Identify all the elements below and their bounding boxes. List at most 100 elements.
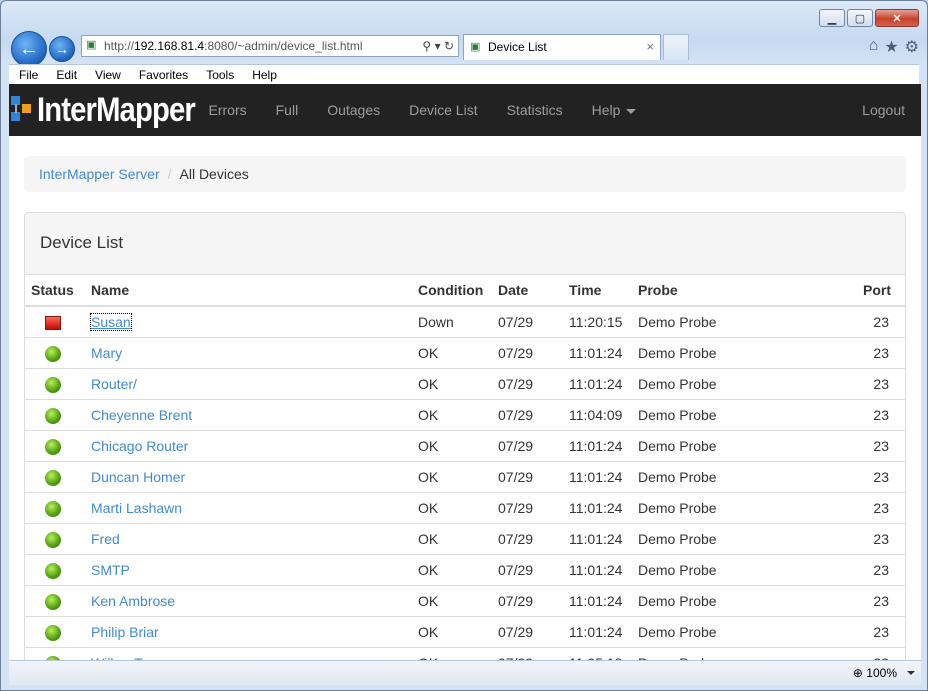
close-tab-icon[interactable]: × [646,35,654,59]
nav-device-list[interactable]: Device List [395,102,492,118]
status-ok-icon [45,376,61,393]
probe-cell: Demo Probe [638,554,818,586]
zoom-control[interactable]: ⊕ 100% [853,666,897,680]
port-cell: 23 [818,430,905,462]
page-viewport: InterMapper Errors Full Outages Device L… [9,84,921,660]
probe-cell: Demo Probe [638,461,818,493]
time-cell: 11:01:24 [569,585,638,617]
address-bar[interactable]: ▣ http://192.168.81.4:8080/~admin/device… [81,35,459,57]
menu-favorites[interactable]: Favorites [129,68,196,82]
gear-icon[interactable]: ⚙ [905,37,919,57]
back-arrow-icon[interactable]: ← [11,31,47,67]
search-icon[interactable]: ⚲ [422,39,431,53]
table-row: Cheyenne Brent OK 07/29 11:04:09 Demo Probe 2… [25,399,905,431]
nav-help[interactable]: Help [577,102,651,118]
table-row: Susan Down 07/29 11:20:15 Demo Probe 23 [25,305,905,338]
status-cell [25,647,91,660]
brand-name: InterMapper [37,90,196,129]
device-link[interactable]: Marti Lashawn [91,500,182,516]
device-link[interactable]: Fred [91,531,120,547]
tab-title: Device List [488,40,547,54]
logout-link[interactable]: Logout [862,84,905,136]
menu-view[interactable]: View [85,68,129,82]
nav-full[interactable]: Full [261,102,313,118]
time-cell: 11:01:24 [569,554,638,586]
new-tab-button[interactable] [663,34,689,60]
refresh-icon[interactable]: ↻ [444,39,454,53]
date-cell: 07/29 [498,647,569,660]
breadcrumb: InterMapper Server / All Devices [24,156,906,192]
time-cell: 11:20:15 [569,305,638,338]
status-cell [25,523,91,555]
menu-tools[interactable]: Tools [196,68,242,82]
browser-window: ▁ ▢ ✕ ← → ▣ http://192.168.81.4:8080/~ad… [0,0,928,691]
brand-logo[interactable]: InterMapper [9,90,221,130]
device-link[interactable]: Susan [90,313,132,331]
menu-bar: File Edit View Favorites Tools Help [9,64,919,85]
menu-help[interactable]: Help [242,68,285,82]
time-cell: 11:01:24 [569,337,638,369]
probe-cell: Demo Probe [638,305,818,338]
status-ok-icon [45,624,61,641]
date-cell: 07/29 [498,337,569,369]
status-cell [25,305,91,338]
browser-right-icons: ⌂ ★ ⚙ [869,37,919,57]
nav-menu: Errors Full Outages Device List Statisti… [194,84,651,136]
close-window-button[interactable]: ✕ [875,9,919,27]
date-cell: 07/29 [498,616,569,648]
time-cell: 11:01:24 [569,523,638,555]
status-ok-icon [45,469,61,486]
device-link[interactable]: Ken Ambrose [91,593,175,609]
device-link[interactable]: Mary [91,345,122,361]
intermapper-logo-icon [9,94,33,126]
status-ok-icon [45,531,61,548]
port-cell: 23 [818,523,905,555]
port-cell: 23 [818,305,905,338]
caret-down-icon [626,108,637,114]
time-cell: 11:01:24 [569,430,638,462]
nav-statistics[interactable]: Statistics [492,102,577,118]
status-cell [25,585,91,617]
table-row: SMTP OK 07/29 11:01:24 Demo Probe 23 [25,554,905,586]
status-bar: ⊕ 100% [9,660,921,685]
table-row: Router/OK 07/29 11:01:24 Demo Probe 23 [25,368,905,400]
menu-edit[interactable]: Edit [46,68,85,82]
nav-outages[interactable]: Outages [313,102,395,118]
date-cell: 07/29 [498,430,569,462]
dropdown-icon[interactable]: ▾ [435,39,441,53]
col-condition: Condition [418,275,498,307]
device-link[interactable]: Duncan Homer [91,469,185,485]
probe-cell: Demo Probe [638,368,818,400]
port-cell: 23 [818,399,905,431]
status-cell [25,492,91,524]
tab-device-list[interactable]: ▣ Device List × [463,34,661,60]
device-link[interactable]: Router/ [91,376,137,392]
name-cell: SMTP [91,554,418,586]
home-icon[interactable]: ⌂ [869,37,879,57]
device-link[interactable]: Philip Briar [91,624,159,640]
minimize-button[interactable]: ▁ [819,9,845,27]
nav-errors[interactable]: Errors [194,102,261,118]
zoom-dropdown-icon[interactable] [907,671,915,675]
table-row: Mary OK 07/29 11:01:24 Demo Probe 23 [25,337,905,369]
date-cell: 07/29 [498,585,569,617]
table-row: Ken Ambrose OK 07/29 11:01:24 Demo Probe 23 [25,585,905,617]
device-link[interactable]: Chicago Router [91,438,188,454]
address-scheme: http:// [104,39,135,53]
device-link[interactable]: SMTP [91,562,130,578]
port-cell: 23 [818,492,905,524]
forward-arrow-icon[interactable]: → [49,36,75,62]
device-link[interactable]: Cheyenne Brent [91,407,192,423]
menu-file[interactable]: File [9,68,46,82]
condition-cell: OK [418,368,498,400]
port-cell: 23 [818,337,905,369]
star-icon[interactable]: ★ [884,37,898,57]
probe-cell: Demo Probe [638,399,818,431]
probe-cell: Demo Probe [638,616,818,648]
breadcrumb-separator: / [167,166,172,182]
name-cell: Cheyenne Brent [91,399,418,431]
maximize-button[interactable]: ▢ [847,9,873,27]
date-cell: 07/29 [498,399,569,431]
table-row: Wilbur TruemanOK07/2911:05:18Demo Probe2… [25,647,905,660]
breadcrumb-root[interactable]: InterMapper Server [39,166,160,182]
